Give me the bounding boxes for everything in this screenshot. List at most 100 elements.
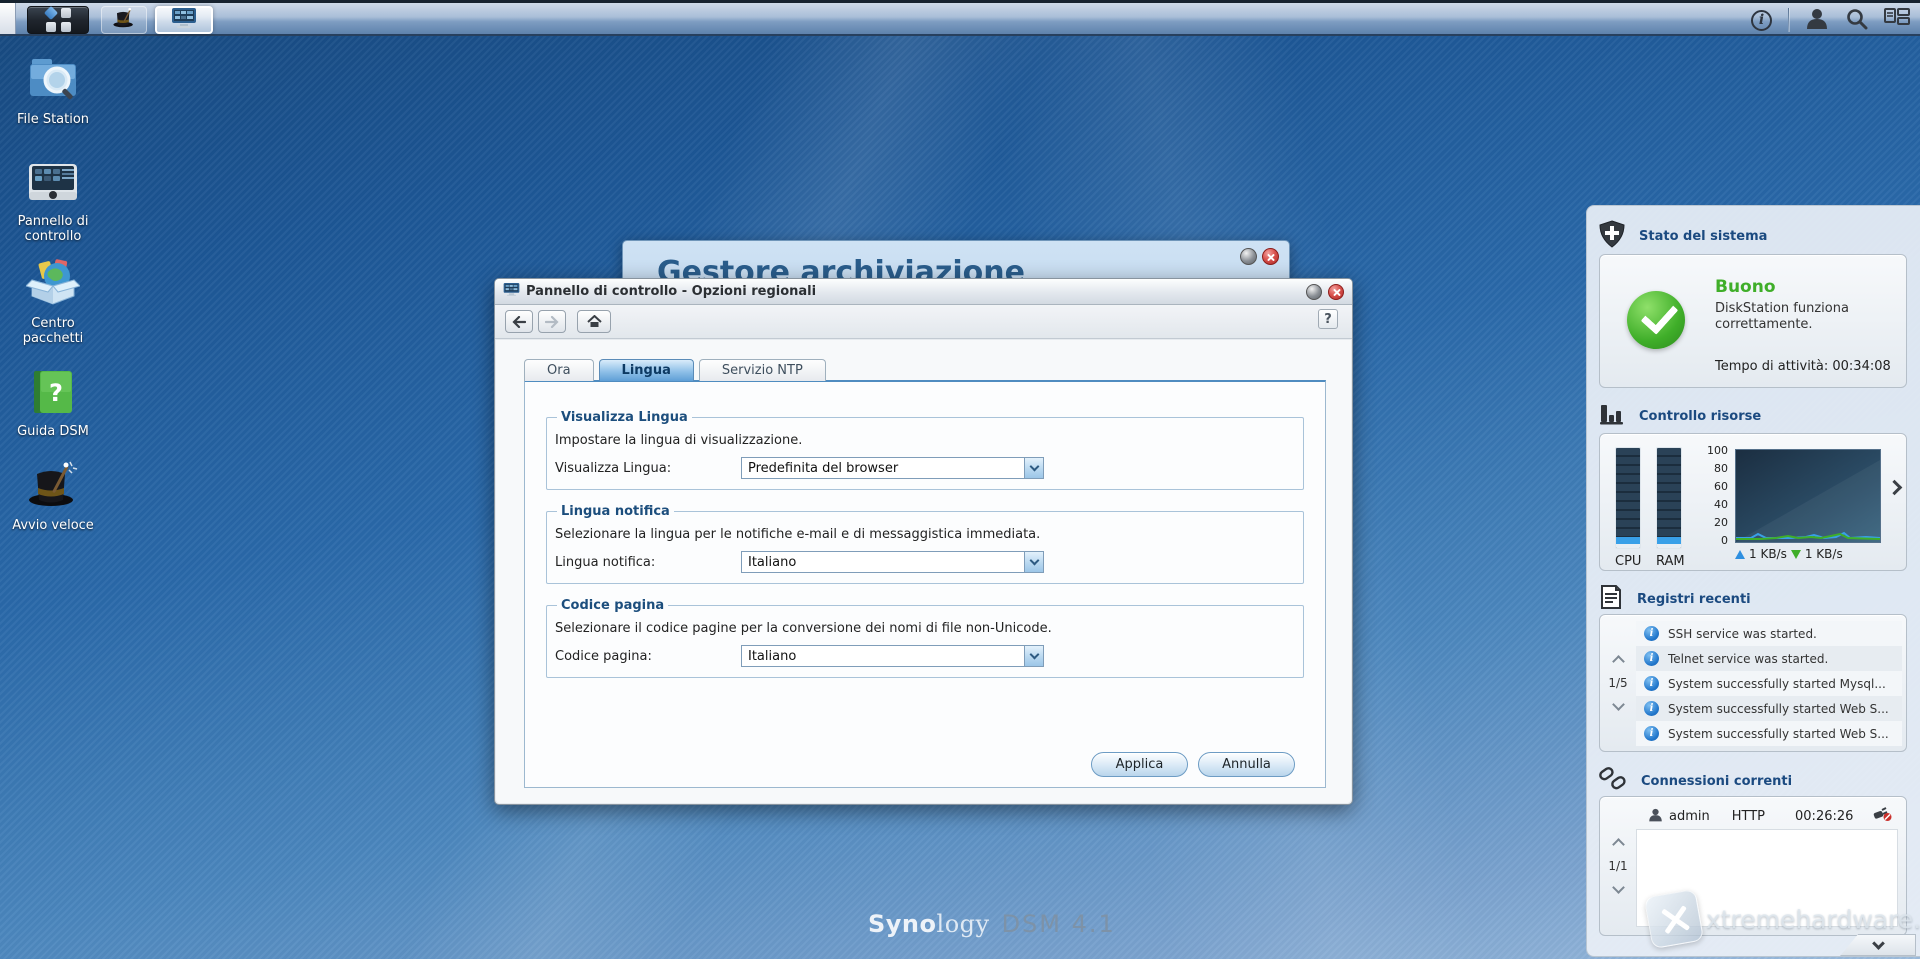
log-row[interactable]: iSystem successfully started Web S... [1636,696,1902,721]
info-icon: i [1644,676,1659,691]
network-speed: 1 KB/s 1 KB/s [1735,547,1843,561]
axis-tick: 40 [1702,498,1728,511]
disconnect-icon[interactable] [1872,806,1892,826]
search-icon[interactable] [1845,7,1868,34]
xtremehardware-watermark: xtremehardware.com [1648,893,1920,945]
status-text: Buono [1715,277,1776,297]
recent-logs-header: Registri recenti [1599,584,1751,614]
expand-right-icon[interactable] [1887,480,1903,496]
dialog-toolbar [495,305,1352,339]
user-icon [1648,807,1663,826]
control-panel-dialog: Pannello di controllo - Opzioni regional… [494,278,1353,805]
dialog-close-icon[interactable] [1328,284,1344,300]
section-title: Controllo risorse [1639,409,1761,424]
widgets-panel-icon[interactable] [1884,7,1910,33]
log-row[interactable]: iSSH service was started. [1636,621,1902,646]
pager-up-icon[interactable] [1612,655,1625,668]
dialog-title: Pannello di controllo - Opzioni regional… [526,284,816,299]
uptime-text: Tempo di attività: 00:34:08 [1715,359,1891,374]
quick-launch-hat-icon [112,7,136,33]
chevron-down-icon[interactable] [1024,552,1043,572]
dialog-titlebar[interactable]: Pannello di controllo - Opzioni regional… [495,279,1352,305]
cancel-button[interactable]: Annulla [1198,752,1295,777]
bar-chart-icon [1599,402,1625,430]
group-description: Selezionare la lingua per le notifiche e… [555,527,1295,542]
desktop-icon-label: Avvio veloce [0,518,106,533]
forward-button[interactable] [538,310,566,333]
select-value: Italiano [742,555,1024,570]
tab-lingua[interactable]: Lingua [599,359,694,381]
status-description: DiskStation funziona correttamente. [1715,301,1885,333]
desktop-icon-quick-start[interactable]: Avvio veloce [0,460,106,533]
pager-up-icon[interactable] [1612,838,1625,851]
field-label: Codice pagina: [555,649,741,664]
main-menu-icon [45,8,71,32]
chevron-down-icon[interactable] [1024,646,1043,666]
control-panel-icon [26,162,80,210]
info-icon: i [1644,626,1659,641]
notification-language-group: Lingua notifica Selezionare la lingua pe… [546,504,1304,584]
minimize-icon[interactable] [1240,248,1257,265]
select-value: Predefinita del browser [742,461,1024,476]
resource-monitor-box[interactable]: CPU RAM 100 80 60 40 20 0 1 KB/s [1599,433,1907,571]
chevron-down-icon[interactable] [1024,458,1043,478]
log-row[interactable]: iSystem successfully started Web S... [1636,721,1902,746]
active-task-button[interactable] [155,6,213,34]
show-desktop-button[interactable] [0,3,16,34]
field-label: Lingua notifica: [555,555,741,570]
logs-pager: 1/5 [1600,615,1636,751]
synology-watermark: SynologyDSM 4.1 [868,910,1116,938]
home-button[interactable] [577,310,611,333]
close-icon[interactable] [1262,248,1279,265]
section-title: Stato del sistema [1639,229,1767,244]
connections-header: Connessioni correnti [1599,766,1792,796]
connection-row[interactable]: admin HTTP 00:26:26 [1636,803,1902,829]
group-description: Impostare la lingua di visualizzazione. [555,433,1295,448]
display-language-select[interactable]: Predefinita del browser [741,457,1044,479]
upload-speed: 1 KB/s [1749,547,1787,561]
desktop-icon-control-panel[interactable]: Pannello di controllo [0,162,106,244]
shield-icon [1599,220,1625,252]
section-title: Connessioni correnti [1641,774,1792,789]
codepage-group: Codice pagina Selezionare il codice pagi… [546,598,1304,678]
file-station-icon [27,54,79,108]
resource-monitor-header: Controllo risorse [1599,402,1761,430]
pager-down-icon[interactable] [1612,698,1625,711]
tab-servizio-ntp[interactable]: Servizio NTP [699,359,826,381]
notification-language-select[interactable]: Italiano [741,551,1044,573]
section-title: Registri recenti [1637,592,1751,607]
connection-user: admin [1669,809,1710,824]
desktop-icon-package-center[interactable]: Centro pacchetti [0,258,106,346]
group-description: Selezionare il codice pagine per la conv… [555,621,1295,636]
pager-down-icon[interactable] [1612,881,1625,894]
desktop-icon-dsm-help[interactable]: ? Guida DSM [0,368,106,439]
axis-tick: 60 [1702,480,1728,493]
cpu-label: CPU [1615,554,1641,569]
axis-tick: 100 [1702,444,1728,457]
download-speed: 1 KB/s [1805,547,1843,561]
ram-meter [1656,447,1682,549]
tab-bar: Ora Lingua Servizio NTP [524,359,826,381]
tab-panel: Visualizza Lingua Impostare la lingua di… [524,380,1326,788]
desktop-icon-label: Pannello di controllo [0,214,106,244]
info-icon[interactable]: i [1751,10,1772,31]
dialog-minimize-icon[interactable] [1306,284,1322,300]
back-button[interactable] [505,310,533,333]
cpu-meter [1615,447,1641,549]
main-menu-button[interactable] [27,6,89,34]
svg-text:?: ? [49,379,63,407]
pager-count: 1/1 [1608,859,1627,873]
desktop-icon-file-station[interactable]: File Station [0,54,106,127]
help-button[interactable]: ? [1318,309,1338,329]
log-row[interactable]: iSystem successfully started Mysql... [1636,671,1902,696]
select-value: Italiano [742,649,1024,664]
control-panel-task-icon [171,7,197,33]
xtremehardware-logo [1644,889,1704,949]
field-label: Visualizza Lingua: [555,461,741,476]
user-icon[interactable] [1805,6,1829,34]
log-row[interactable]: iTelnet service was started. [1636,646,1902,671]
codepage-select[interactable]: Italiano [741,645,1044,667]
quick-launch-button[interactable] [101,6,147,34]
tab-ora[interactable]: Ora [524,359,594,381]
apply-button[interactable]: Applica [1091,752,1188,777]
